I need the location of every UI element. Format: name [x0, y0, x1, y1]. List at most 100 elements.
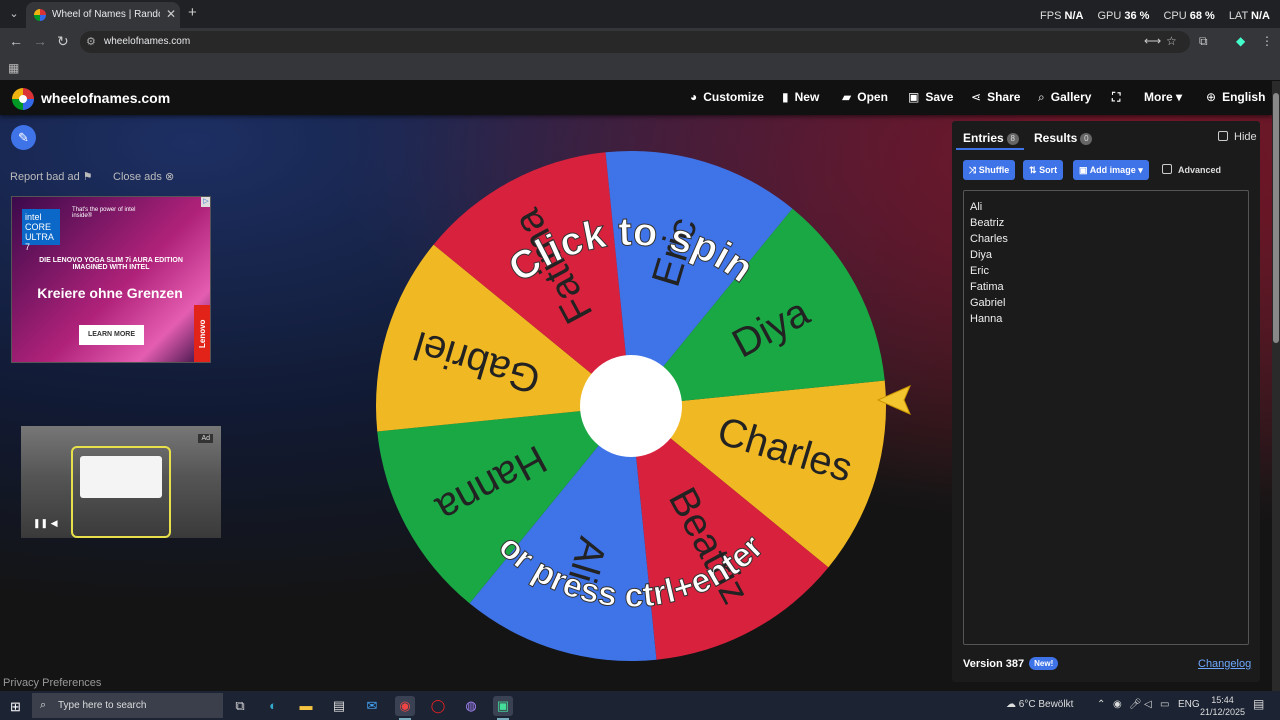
folder-icon: ▰: [842, 90, 852, 104]
add-image-button[interactable]: ▣ Add image ▾: [1073, 160, 1149, 180]
wheel-pointer-icon: [876, 385, 911, 415]
page-scrollbar[interactable]: [1272, 81, 1280, 691]
apps-grid-icon[interactable]: ▦: [8, 61, 19, 75]
mail-icon[interactable]: ✉: [362, 696, 382, 716]
chrome-icon[interactable]: ◉: [395, 696, 415, 720]
entries-count-badge: 8: [1006, 132, 1019, 145]
menu-gallery[interactable]: ⌕ Gallery: [1038, 90, 1091, 105]
ad-headline: Kreiere ohne Grenzen: [37, 285, 183, 301]
task-view-icon[interactable]: ⧉: [230, 696, 250, 716]
edge-icon[interactable]: ◐: [263, 696, 283, 716]
menu-customize[interactable]: ◕ Customize: [690, 90, 764, 104]
search-icon: ⌕: [40, 699, 47, 711]
advanced-checkbox[interactable]: Advanced: [1162, 164, 1221, 175]
list-item: Fatima: [970, 281, 1004, 293]
tray-record-icon[interactable]: ◉: [1113, 699, 1122, 710]
share-icon: ⋖: [971, 90, 982, 104]
profile-icon[interactable]: ◆: [1236, 34, 1245, 48]
discord-icon[interactable]: ◍: [461, 696, 481, 716]
forward-icon[interactable]: →: [33, 33, 47, 49]
tray-chevron-icon[interactable]: ⌃: [1097, 699, 1105, 710]
close-ads-link[interactable]: Close ads ⊗: [113, 170, 174, 183]
list-item: Hanna: [970, 313, 1003, 325]
browser-tab[interactable]: Wheel of Names | Random nam ✕: [26, 2, 180, 28]
translate-icon[interactable]: ⟷: [1144, 34, 1161, 48]
site-name[interactable]: wheelofnames.com: [41, 90, 170, 106]
bookmark-star-icon[interactable]: ☆: [1166, 34, 1177, 48]
privacy-preferences-link[interactable]: Privacy Preferences: [3, 677, 101, 689]
intel-logo: intel CORE ULTRA 7: [22, 209, 60, 252]
volume-icon[interactable]: ◁: [1144, 699, 1152, 710]
tab-results[interactable]: Results 0: [1034, 131, 1093, 145]
cloud-icon: ☁: [1006, 699, 1016, 710]
fullscreen-icon[interactable]: ⛶: [1112, 90, 1120, 105]
close-circle-icon: ⊗: [164, 171, 175, 183]
wheel-center[interactable]: [580, 355, 682, 457]
tab-title: Wheel of Names | Random nam: [52, 9, 160, 20]
search-placeholder: Type here to search: [58, 700, 147, 711]
reload-icon[interactable]: ↻: [57, 33, 69, 50]
tab-close-icon[interactable]: ✕: [166, 7, 176, 21]
report-bad-ad-link[interactable]: Report bad ad ⚑: [10, 170, 93, 183]
adchoices-icon[interactable]: ▷: [201, 197, 210, 207]
menu-language[interactable]: ⊕ English: [1206, 90, 1265, 104]
perf-overlay: FPS N/A GPU 36 % CPU 68 % LAT N/A: [1040, 10, 1270, 22]
opera-icon[interactable]: ◯: [428, 696, 448, 716]
stat-gpu: GPU 36 %: [1097, 10, 1150, 22]
flag-icon: ⚑: [82, 171, 93, 183]
app-icon[interactable]: ▣: [493, 696, 513, 720]
address-bar[interactable]: ⚙ wheelofnames.com: [80, 31, 1190, 53]
taskbar-search[interactable]: ⌕ Type here to search: [32, 693, 223, 718]
tab-entries[interactable]: Entries 8: [963, 131, 1019, 145]
menu-new[interactable]: ▮ New: [782, 90, 819, 104]
menu-share[interactable]: ⋖ Share: [971, 90, 1020, 104]
chevron-down-icon: ▾: [1138, 165, 1143, 175]
menu-open[interactable]: ▰ Open: [842, 90, 888, 104]
browser-tabstrip: ⌄ Wheel of Names | Random nam ✕ + FPS N/…: [0, 0, 1280, 28]
edit-pencil-button[interactable]: ✎: [11, 125, 36, 150]
lenovo-logo: Lenovo: [194, 305, 210, 362]
weather-widget[interactable]: ☁ 6°C Bewölkt: [1006, 699, 1073, 710]
pause-mute-icon[interactable]: ❚❚ ◀: [33, 518, 58, 529]
image-icon: ▣: [1079, 165, 1088, 175]
extensions-icon[interactable]: ⧉: [1199, 34, 1208, 49]
entries-textarea[interactable]: Ali Beatriz Charles Diya Eric Fatima Gab…: [963, 190, 1249, 645]
list-item: Diya: [970, 249, 993, 261]
stat-cpu: CPU 68 %: [1163, 10, 1215, 22]
lenovo-ad-banner[interactable]: intel CORE ULTRA 7 That's the power of i…: [11, 196, 211, 363]
ad-learn-more-button[interactable]: LEARN MORE: [79, 325, 144, 345]
tab-search-icon[interactable]: ⌄: [6, 6, 22, 22]
site-viewport: wheelofnames.com ◕ Customize ▮ New ▰ Open ▣…: [0, 81, 1272, 691]
list-item: Ali: [970, 201, 983, 213]
file-icon: ▮: [782, 90, 789, 104]
sort-button[interactable]: ⇅ Sort: [1023, 160, 1064, 180]
network-icon[interactable]: ▭: [1160, 699, 1169, 710]
url-text: wheelofnames.com: [104, 36, 191, 47]
new-tab-icon[interactable]: +: [188, 4, 197, 21]
language-indicator[interactable]: ENG: [1178, 699, 1200, 710]
microphone-icon[interactable]: 🎤︎: [1129, 699, 1142, 710]
hide-checkbox[interactable]: Hide: [1218, 131, 1257, 143]
spin-wheel[interactable]: CharlesBeatrizAliHannaGabrielFatima EricD…: [372, 147, 890, 665]
menu-save[interactable]: ▣ Save: [908, 90, 953, 104]
windows-start-icon[interactable]: ⊞: [10, 699, 21, 715]
store-icon[interactable]: ▤: [329, 696, 349, 716]
shuffle-icon: ⤨: [969, 165, 977, 175]
file-explorer-icon[interactable]: ▬: [296, 696, 316, 716]
system-clock[interactable]: 15:44 21/12/2025: [1200, 694, 1245, 718]
menu-more[interactable]: More ▾: [1144, 90, 1182, 104]
site-info-icon[interactable]: ⚙: [86, 35, 96, 48]
video-ad[interactable]: Ad ❚❚ ◀: [21, 426, 221, 538]
active-tab-indicator: [956, 148, 1024, 150]
list-item: Beatriz: [970, 217, 1005, 229]
notifications-icon[interactable]: ▤: [1253, 697, 1264, 711]
ad-product: DIE LENOVO YOGA SLIM 7i AURA EDITION IMA…: [39, 257, 183, 271]
shuffle-button[interactable]: ⤨ Shuffle: [963, 160, 1016, 180]
site-logo-icon[interactable]: [12, 88, 34, 110]
changelog-link[interactable]: Changelog: [1198, 658, 1251, 670]
list-item: Eric: [970, 265, 989, 277]
back-icon[interactable]: ←: [9, 33, 23, 49]
bookmarks-bar: ▦: [0, 56, 1280, 80]
browser-menu-icon[interactable]: ⋮: [1261, 34, 1273, 48]
new-badge: New!: [1029, 657, 1059, 670]
